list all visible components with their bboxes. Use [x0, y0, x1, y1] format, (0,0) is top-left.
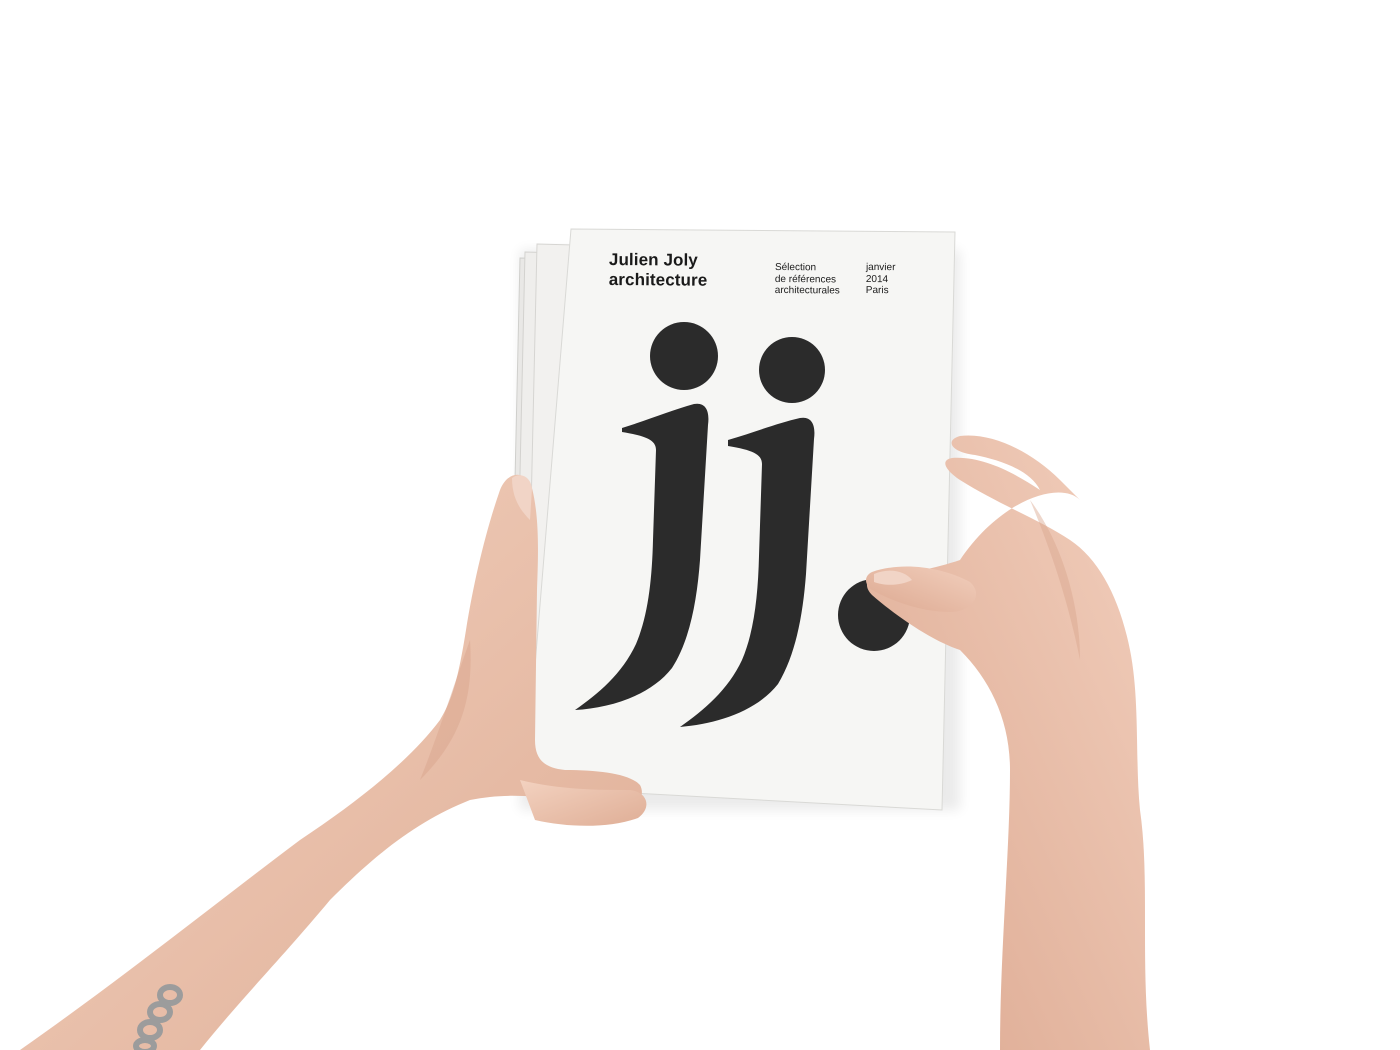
brochure-cover	[524, 228, 956, 811]
monogram-dot-1	[650, 322, 718, 390]
location: Paris	[865, 284, 889, 297]
brand-line-2: architecture	[608, 269, 708, 290]
subtitle-line-1: Sélection	[774, 262, 817, 274]
subtitle-block: Sélection de références architecturales	[775, 262, 840, 297]
date-month: janvier	[865, 262, 896, 274]
date-location-block: janvier 2014 Paris	[866, 262, 896, 297]
brand-title: Julien Joly architecture	[609, 250, 708, 291]
photo-scene	[20, 228, 1150, 1050]
monogram-dot-2	[759, 337, 825, 403]
brand-line-1: Julien Joly	[608, 250, 698, 270]
subtitle-line-2: de références	[774, 273, 837, 285]
subtitle-line-3: architecturales	[774, 284, 840, 297]
date-year: 2014	[865, 273, 889, 285]
